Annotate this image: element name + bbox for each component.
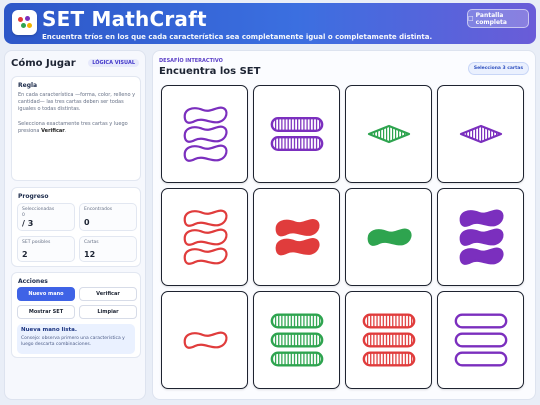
progress-panel: Progreso Seleccionadas 0 / 3 Encontrados…	[11, 187, 141, 267]
set-card[interactable]	[161, 85, 248, 183]
set-card[interactable]	[345, 188, 432, 286]
fullscreen-icon: □	[468, 15, 474, 22]
rule-text: En cada característica —forma, color, re…	[18, 92, 136, 112]
squiggle-symbol	[183, 331, 228, 349]
oval-symbol	[270, 136, 323, 151]
fullscreen-button[interactable]: □ Pantalla completa	[467, 9, 529, 28]
fullscreen-label: Pantalla completa	[475, 11, 507, 26]
oval-symbol	[270, 351, 323, 367]
stat-cards: Cartas 12	[79, 236, 137, 262]
new-hand-button[interactable]: Nuevo mano	[17, 287, 75, 301]
squiggle-symbol	[183, 209, 228, 227]
squiggle-symbol	[183, 247, 228, 265]
show-set-button[interactable]: Mostrar SET	[17, 305, 75, 319]
squiggle-symbol	[459, 209, 504, 227]
squiggle-symbol	[459, 228, 504, 246]
squiggle-symbol	[367, 228, 412, 246]
oval-symbol	[362, 313, 415, 329]
progress-title: Progreso	[18, 193, 49, 200]
select-hint-badge: Selecciona 3 cartas	[467, 62, 529, 75]
stat-possible: SET posibles 2	[17, 236, 75, 262]
oval-symbol	[454, 351, 507, 367]
squiggle-symbol	[183, 144, 228, 162]
squiggle-symbol	[275, 238, 320, 256]
status-notice: Nueva mano lista. Consejo: observa prime…	[17, 324, 135, 354]
oval-symbol	[362, 332, 415, 348]
actions-panel: Acciones Nuevo mano Verificar Mostrar SE…	[11, 272, 141, 358]
rule-panel: Regla En cada característica —forma, col…	[11, 76, 141, 181]
rule-instruction: Selecciona exactamente tres cartas y lue…	[18, 121, 128, 134]
app-logo	[12, 10, 37, 35]
squiggle-symbol	[183, 125, 228, 143]
set-card[interactable]	[161, 291, 248, 389]
set-card[interactable]	[345, 291, 432, 389]
set-card[interactable]	[253, 188, 340, 286]
game-panel: DESAFÍO INTERACTIVO Encuentra los SET Se…	[152, 50, 536, 400]
stat-selected: Seleccionadas 0 / 3	[17, 203, 75, 231]
rule-title: Regla	[18, 82, 38, 89]
oval-symbol	[454, 313, 507, 329]
app-title: SET MathCraft	[42, 7, 207, 31]
oval-symbol	[362, 351, 415, 367]
actions-title: Acciones	[18, 278, 48, 285]
squiggle-symbol	[183, 106, 228, 124]
clear-button[interactable]: Limpiar	[79, 305, 137, 319]
notice-title: Nueva mano lista.	[21, 327, 77, 333]
oval-symbol	[270, 332, 323, 348]
oval-symbol	[270, 313, 323, 329]
panel-title: Encuentra los SET	[159, 66, 261, 77]
app-subtitle: Encuentra tríos en los que cada caracter…	[42, 33, 433, 41]
oval-symbol	[454, 332, 507, 348]
oval-symbol	[270, 117, 323, 132]
set-card[interactable]	[253, 291, 340, 389]
set-card[interactable]	[437, 188, 524, 286]
diamond-symbol	[459, 124, 502, 144]
notice-body: Consejo: observa primero una característ…	[21, 336, 125, 347]
set-card[interactable]	[161, 188, 248, 286]
squiggle-symbol	[275, 219, 320, 237]
sidebar-title: Cómo Jugar	[11, 58, 76, 69]
set-card[interactable]	[437, 291, 524, 389]
set-card[interactable]	[253, 85, 340, 183]
card-board	[161, 85, 527, 395]
diamond-symbol	[367, 124, 410, 144]
set-card[interactable]	[437, 85, 524, 183]
app-header: SET MathCraft Encuentra tríos en los que…	[4, 3, 536, 44]
sidebar-badge: LÓGICA VISUAL	[88, 59, 139, 67]
sidebar: Cómo Jugar LÓGICA VISUAL Regla En cada c…	[4, 50, 146, 400]
stat-found: Encontrados 0	[79, 203, 137, 231]
squiggle-symbol	[183, 228, 228, 246]
squiggle-symbol	[459, 247, 504, 265]
verify-button[interactable]: Verificar	[79, 287, 137, 301]
set-card[interactable]	[345, 85, 432, 183]
panel-kicker: DESAFÍO INTERACTIVO	[159, 58, 223, 64]
